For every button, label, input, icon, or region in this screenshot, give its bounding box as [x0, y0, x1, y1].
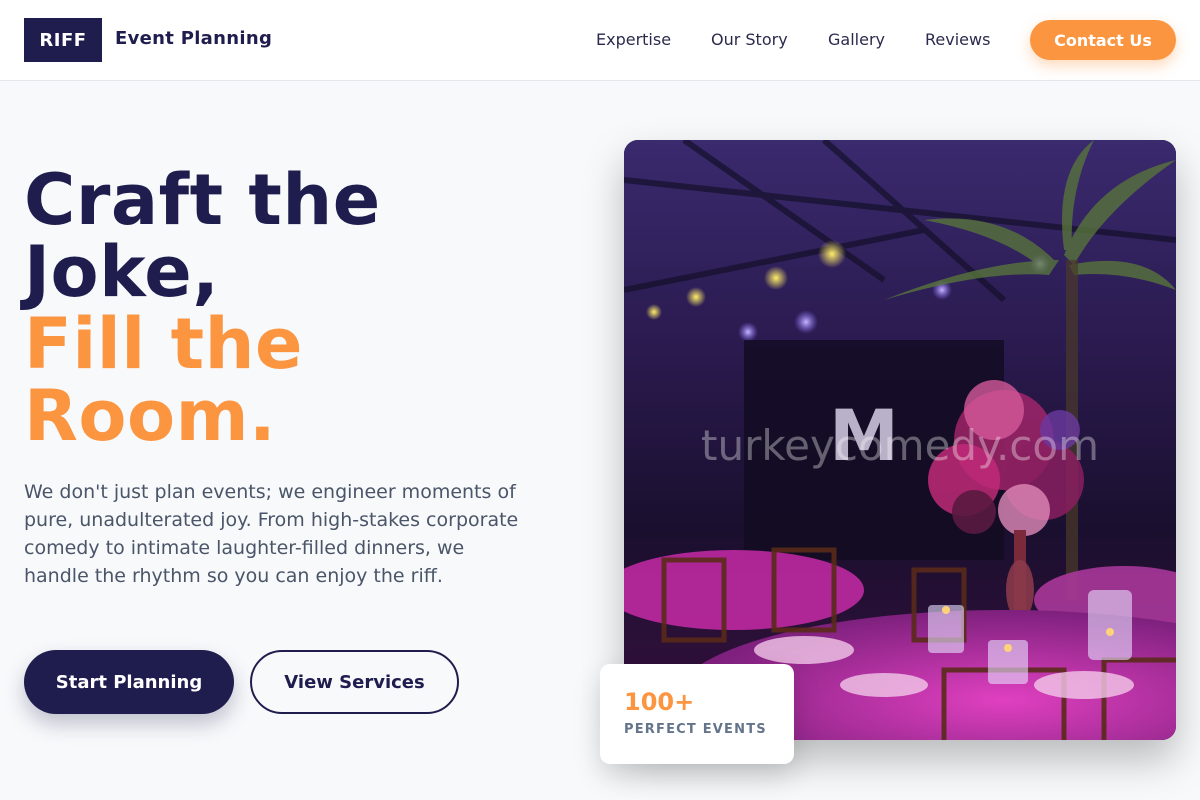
hero-title-line-3: Fill the [24, 303, 303, 385]
navbar: RIFF Event Planning Expertise Our Story … [0, 0, 1200, 81]
stat-label: PERFECT EVENTS [624, 722, 767, 737]
start-planning-button[interactable]: Start Planning [24, 650, 234, 714]
nav-link-gallery[interactable]: Gallery [828, 30, 885, 49]
hero-title-line-1: Craft the [24, 159, 381, 241]
nav-link-reviews[interactable]: Reviews [925, 30, 990, 49]
image-watermark: turkeycomedy.com [701, 421, 1099, 470]
nav-link-expertise[interactable]: Expertise [596, 30, 671, 49]
stat-card: 100+ PERFECT EVENTS [600, 664, 794, 764]
contact-us-button[interactable]: Contact Us [1030, 20, 1176, 60]
stat-number: 100+ [624, 688, 695, 716]
event-venue-illustration: M turkeycomedy.com [624, 140, 1176, 740]
logo[interactable]: RIFF [24, 18, 102, 62]
hero-event-photo: M turkeycomedy.com [624, 140, 1176, 740]
nav-link-our-story[interactable]: Our Story [711, 30, 788, 49]
hero-description: We don't just plan events; we engineer m… [24, 481, 519, 587]
hero-title-line-2: Joke, [24, 231, 220, 313]
view-services-button[interactable]: View Services [250, 650, 459, 714]
hero-title-line-4: Room. [24, 375, 277, 457]
brand-name[interactable]: Event Planning [115, 28, 272, 49]
hero-title: Craft the Joke, Fill the Room. [24, 164, 381, 452]
